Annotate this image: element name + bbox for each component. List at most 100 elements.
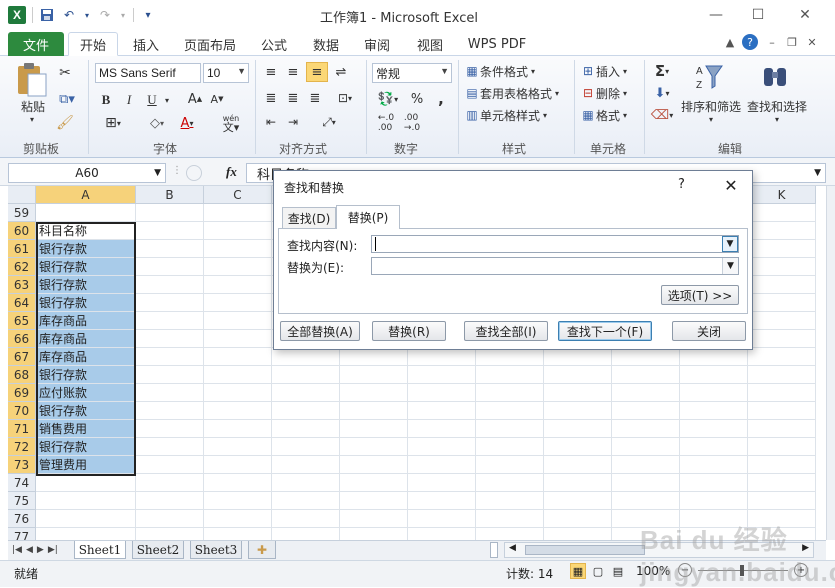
tab-find[interactable]: 查找(D) [282, 207, 336, 229]
cell[interactable] [204, 384, 272, 402]
cell-a[interactable]: 管理费用 [36, 456, 136, 474]
cell[interactable] [136, 492, 204, 510]
cell[interactable] [408, 420, 476, 438]
ribbon-collapse-icon[interactable]: ▲ [722, 34, 738, 50]
number-format-combo[interactable]: 常规 ▼ [372, 63, 452, 83]
undo-dropdown-icon[interactable]: ▾ [83, 7, 91, 23]
sheet-tab-sheet1[interactable]: Sheet1 [74, 541, 126, 559]
tab-split-handle[interactable] [490, 542, 498, 558]
cell[interactable] [272, 456, 340, 474]
cell[interactable] [748, 402, 816, 420]
cell-a[interactable]: 银行存款 [36, 240, 136, 258]
cell[interactable] [204, 204, 272, 222]
row-header[interactable]: 75 [8, 492, 36, 510]
underline-button[interactable]: U [144, 92, 160, 108]
cell-a[interactable]: 银行存款 [36, 366, 136, 384]
format-as-table-button[interactable]: ▤ 套用表格格式 ▾ [464, 84, 574, 102]
cell[interactable] [204, 456, 272, 474]
cell[interactable] [408, 492, 476, 510]
replace-with-input[interactable]: ▼ [371, 257, 739, 275]
align-top-icon[interactable]: ≡ [262, 64, 280, 80]
cell[interactable] [476, 384, 544, 402]
tab-data[interactable]: 数据 [304, 32, 348, 56]
scroll-left-icon[interactable]: ◀ [509, 543, 516, 553]
tab-file[interactable]: 文件 [8, 32, 64, 56]
cell[interactable] [476, 420, 544, 438]
row-header[interactable]: 62 [8, 258, 36, 276]
cell-a[interactable]: 银行存款 [36, 438, 136, 456]
row-header[interactable]: 60 [8, 222, 36, 240]
chevron-down-icon[interactable]: ▼ [440, 66, 449, 76]
cell[interactable] [272, 420, 340, 438]
chevron-down-icon[interactable]: ▼ [237, 66, 246, 76]
cell[interactable] [136, 276, 204, 294]
fill-icon[interactable]: ⬇ ▾ [650, 84, 674, 102]
cell[interactable] [476, 456, 544, 474]
find-select-dropdown-icon[interactable]: ▾ [772, 114, 782, 124]
cell[interactable] [136, 438, 204, 456]
cell[interactable] [136, 366, 204, 384]
undo-icon[interactable]: ↶ [61, 7, 77, 23]
find-all-button[interactable]: 查找全部(I) [464, 321, 548, 341]
underline-dropdown-icon[interactable]: ▾ [162, 92, 172, 108]
chevron-down-icon[interactable]: ▼ [722, 236, 738, 252]
find-next-button[interactable]: 查找下一个(F) [558, 321, 652, 341]
cell[interactable] [612, 366, 680, 384]
cell-a[interactable] [36, 528, 136, 540]
row-header[interactable]: 74 [8, 474, 36, 492]
tab-insert[interactable]: 插入 [124, 32, 168, 56]
phonetic-icon[interactable]: wén 文▾ [216, 112, 246, 134]
cell[interactable] [612, 384, 680, 402]
merge-center-icon[interactable]: ⊡ ▾ [332, 90, 358, 106]
orientation-icon[interactable]: ⤢ ▾ [316, 114, 342, 130]
cell[interactable] [136, 384, 204, 402]
cell[interactable] [204, 438, 272, 456]
cell[interactable] [748, 312, 816, 330]
cell[interactable] [612, 402, 680, 420]
cell[interactable] [204, 348, 272, 366]
page-layout-view-icon[interactable]: ▢ [590, 563, 606, 579]
cell[interactable] [544, 456, 612, 474]
cell[interactable] [204, 276, 272, 294]
cell[interactable] [204, 312, 272, 330]
cell[interactable] [476, 474, 544, 492]
format-painter-icon[interactable]: 🖌 [56, 114, 74, 132]
doc-close-icon[interactable]: ✕ [804, 34, 820, 50]
cell[interactable] [136, 420, 204, 438]
cell[interactable] [476, 366, 544, 384]
decrease-font-icon[interactable]: A ▼ [208, 90, 226, 108]
cell[interactable] [340, 456, 408, 474]
cell[interactable] [748, 492, 816, 510]
cell-a[interactable]: 库存商品 [36, 330, 136, 348]
cell[interactable] [272, 402, 340, 420]
currency-icon[interactable]: 💱 ▾ [374, 90, 402, 108]
insert-function-icon[interactable]: fx [226, 164, 242, 182]
cell[interactable] [748, 474, 816, 492]
horizontal-scroll-thumb[interactable] [525, 545, 645, 555]
replace-button[interactable]: 替换(R) [372, 321, 446, 341]
cell[interactable] [476, 402, 544, 420]
decrease-decimal-icon[interactable]: .00 →.0 [400, 113, 424, 133]
find-what-input[interactable]: ▼ [371, 235, 739, 253]
cell[interactable] [204, 366, 272, 384]
sheet-tab-sheet2[interactable]: Sheet2 [132, 541, 184, 559]
insert-cells-button[interactable]: ⊞ 插入 ▾ [580, 62, 640, 80]
close-window-icon[interactable]: ✕ [795, 6, 815, 24]
font-color-icon[interactable]: A ▾ [173, 114, 201, 132]
cell[interactable] [748, 438, 816, 456]
row-header[interactable]: 64 [8, 294, 36, 312]
cell[interactable] [272, 348, 340, 366]
copy-icon[interactable]: ⧉▾ [56, 90, 78, 108]
cell[interactable] [476, 528, 544, 540]
cell[interactable] [136, 258, 204, 276]
cell[interactable] [544, 384, 612, 402]
sheet-tab-sheet3[interactable]: Sheet3 [190, 541, 242, 559]
cell[interactable] [408, 438, 476, 456]
cell[interactable] [340, 348, 408, 366]
increase-decimal-icon[interactable]: ←.0.00 [374, 113, 398, 133]
cell[interactable] [476, 492, 544, 510]
cell[interactable] [340, 420, 408, 438]
cell[interactable] [612, 438, 680, 456]
cell[interactable] [612, 420, 680, 438]
cell[interactable] [408, 384, 476, 402]
